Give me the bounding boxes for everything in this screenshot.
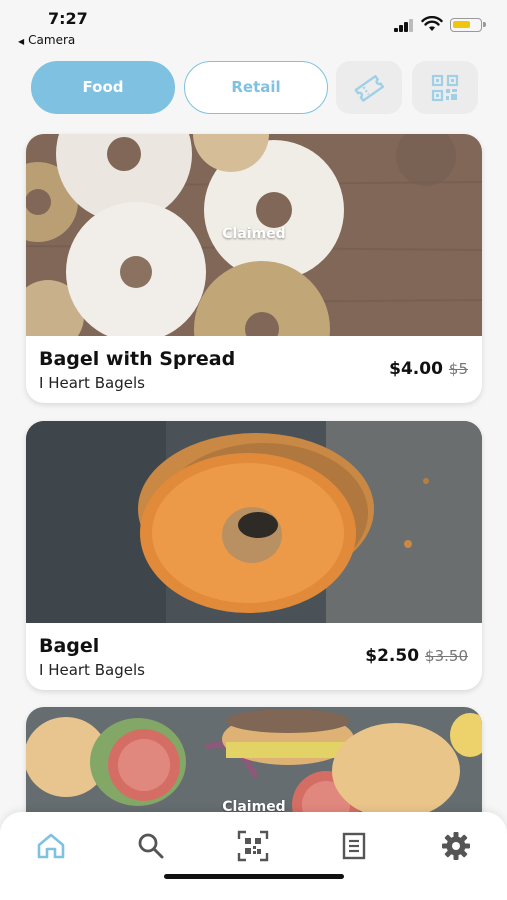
qr-scan-icon: [237, 830, 269, 862]
home-indicator: [164, 874, 344, 879]
battery-level: [453, 21, 470, 28]
status-bar: 7:27 ◀ Camera: [0, 0, 507, 52]
qr-button[interactable]: [412, 61, 478, 114]
qr-code-icon: [431, 74, 459, 101]
deal-price: $4.00 $5: [389, 359, 468, 379]
deal-title: Bagel: [39, 635, 100, 657]
nav-home[interactable]: [35, 830, 67, 862]
deal-vendor: I Heart Bagels: [39, 374, 145, 392]
deal-vendor: I Heart Bagels: [39, 661, 145, 679]
deal-card[interactable]: Bagel I Heart Bagels $2.50 $3.50: [26, 421, 482, 690]
bottom-navigation: [0, 812, 507, 900]
tab-food[interactable]: Food: [31, 61, 175, 114]
signal-icon: [394, 18, 416, 32]
nav-settings[interactable]: [440, 830, 472, 862]
deal-title: Bagel with Spread: [39, 348, 236, 370]
current-price: $2.50: [365, 646, 420, 666]
original-price: $5: [448, 360, 468, 378]
deal-image: Claimed: [26, 134, 482, 336]
claimed-badge: Claimed: [222, 226, 286, 242]
back-arrow-icon: ◀: [18, 37, 25, 46]
back-to-app-link[interactable]: ◀ Camera: [18, 33, 75, 47]
ticket-button[interactable]: [336, 61, 402, 114]
original-price: $3.50: [425, 647, 468, 665]
category-tabs: Food Retail: [0, 61, 507, 116]
battery-icon: [450, 18, 486, 32]
current-price: $4.00: [389, 359, 443, 379]
deal-image: [26, 421, 482, 623]
settings-icon: [442, 832, 470, 860]
deal-card[interactable]: Claimed Bagel with Spread I Heart Bagels…: [26, 134, 482, 403]
nav-orders[interactable]: [338, 830, 370, 862]
tab-retail[interactable]: Retail: [184, 61, 328, 114]
orders-icon: [342, 832, 366, 860]
search-icon: [138, 833, 164, 859]
bagel-image: [26, 421, 482, 623]
nav-scan[interactable]: [237, 830, 269, 862]
back-app-label: Camera: [28, 33, 76, 47]
wifi-icon: [421, 16, 443, 31]
home-icon: [37, 833, 65, 859]
deal-price: $2.50 $3.50: [365, 646, 468, 666]
status-time: 7:27: [48, 9, 88, 28]
nav-search[interactable]: [135, 830, 167, 862]
ticket-icon: [354, 74, 385, 102]
